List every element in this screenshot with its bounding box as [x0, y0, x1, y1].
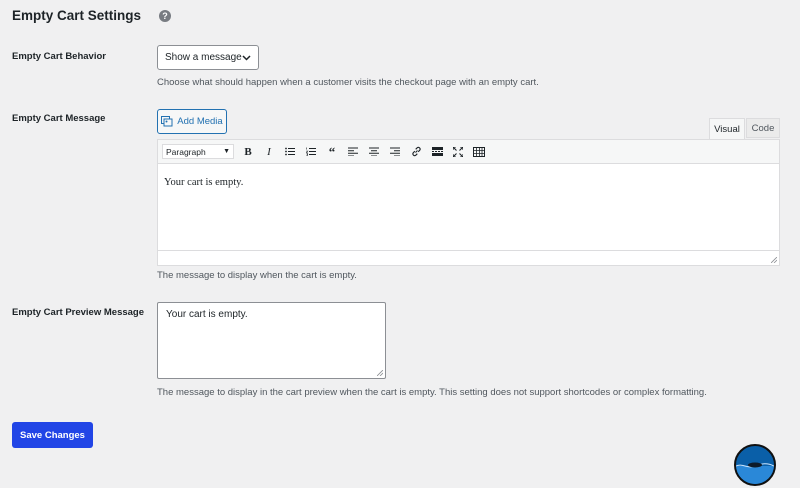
behavior-description: Choose what should happen when a custome… — [157, 77, 539, 88]
bold-icon[interactable]: B — [240, 144, 256, 159]
align-center-icon[interactable] — [366, 144, 382, 159]
italic-icon[interactable]: I — [261, 144, 277, 159]
preview-value: Your cart is empty. — [166, 309, 248, 320]
fullscreen-icon[interactable] — [450, 144, 466, 159]
tab-visual[interactable]: Visual — [709, 118, 745, 139]
format-select[interactable]: Paragraph ▼ — [162, 144, 234, 159]
format-select-value: Paragraph — [166, 146, 206, 157]
bulleted-list-icon[interactable] — [282, 144, 298, 159]
editor-statusbar — [158, 250, 779, 265]
resize-handle-icon[interactable] — [771, 257, 777, 263]
numbered-list-icon[interactable] — [303, 144, 319, 159]
resize-handle-icon[interactable] — [377, 370, 383, 376]
align-right-icon[interactable] — [387, 144, 403, 159]
message-description: The message to display when the cart is … — [157, 270, 357, 281]
save-changes-button[interactable]: Save Changes — [12, 422, 93, 448]
toolbar-toggle-icon[interactable] — [471, 144, 487, 159]
chevron-down-icon — [242, 54, 251, 61]
add-media-label: Add Media — [177, 116, 223, 127]
editor-content[interactable]: Your cart is empty. — [164, 177, 243, 188]
behavior-label: Empty Cart Behavior — [12, 51, 106, 62]
preview-label: Empty Cart Preview Message — [12, 307, 145, 318]
preview-textarea[interactable]: Your cart is empty. — [157, 302, 386, 379]
caret-down-icon: ▼ — [223, 148, 230, 155]
align-left-icon[interactable] — [345, 144, 361, 159]
tab-code[interactable]: Code — [746, 118, 780, 138]
behavior-select[interactable]: Show a message — [157, 45, 259, 70]
behavior-selected-value: Show a message — [165, 52, 242, 63]
message-label: Empty Cart Message — [12, 113, 106, 124]
help-icon[interactable]: ? — [159, 10, 171, 22]
blockquote-icon[interactable]: “ — [324, 144, 340, 159]
message-editor: Paragraph ▼ B I “ Your cart is empty. — [157, 139, 780, 266]
chat-widget-icon[interactable] — [734, 444, 776, 486]
media-icon — [161, 116, 173, 127]
read-more-icon[interactable] — [429, 144, 445, 159]
add-media-button[interactable]: Add Media — [157, 109, 227, 134]
preview-description: The message to display in the cart previ… — [157, 387, 707, 398]
editor-toolbar: Paragraph ▼ B I “ — [158, 140, 779, 164]
link-icon[interactable] — [408, 144, 424, 159]
page-title: Empty Cart Settings — [12, 8, 142, 23]
